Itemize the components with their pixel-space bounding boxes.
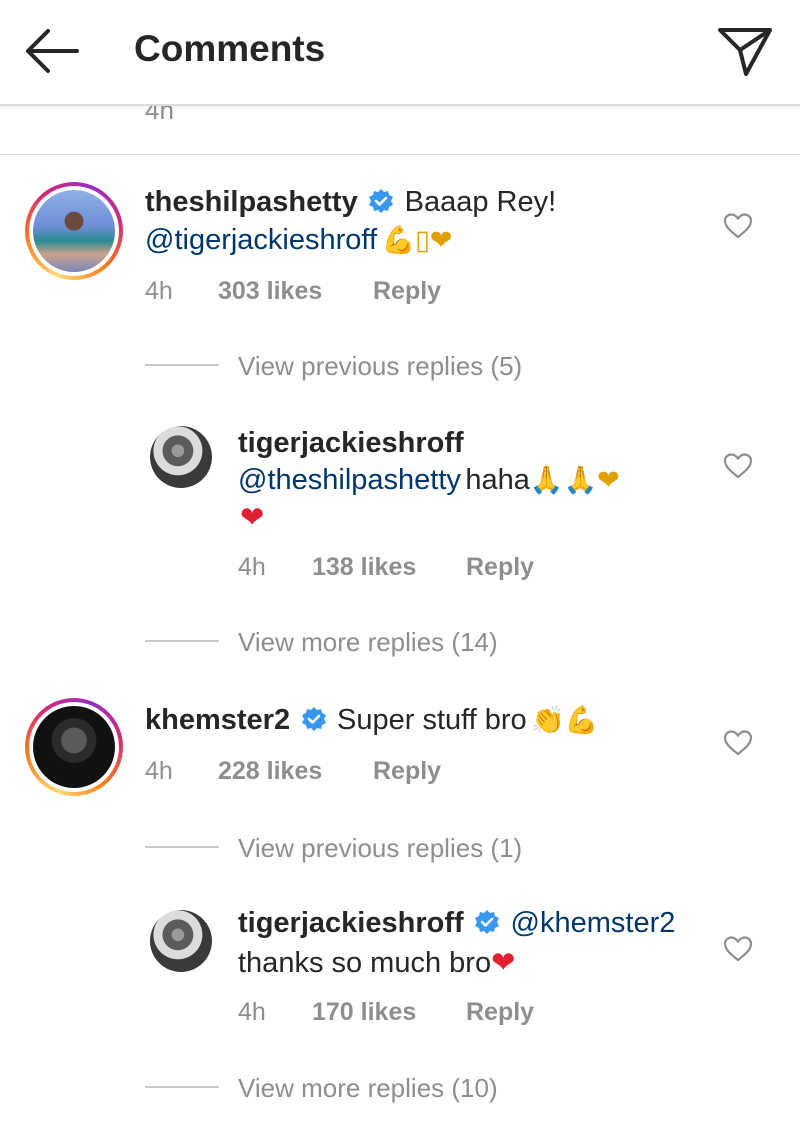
comment-time: 4h [145,277,173,305]
top-bar: Comments [0,0,800,106]
reply-body: tigerjackieshroff @khemster2 [238,907,675,940]
caption-divider [0,154,800,155]
mention-link[interactable]: @khemster2 [511,907,676,939]
reply-button[interactable]: Reply [373,757,441,786]
verified-badge-icon [369,189,394,213]
reply-button[interactable]: Reply [373,277,441,306]
replies-divider-line [145,1086,219,1088]
comment-emoji: 💪▯❤ [381,225,453,256]
view-previous-replies[interactable]: View previous replies (1) [238,833,522,864]
back-arrow-icon[interactable] [22,26,80,76]
like-heart-icon[interactable] [723,729,753,757]
replies-divider-line [145,846,219,848]
comment-text: Baaap Rey! [404,186,557,218]
reply-emoji: 🙏🙏❤ [529,465,620,496]
like-count[interactable]: 228 likes [218,757,322,786]
reply-time: 4h [238,998,266,1026]
reply-emoji-line2: ❤ [240,500,265,534]
like-heart-icon[interactable] [723,935,753,963]
replies-divider-line [145,364,219,366]
avatar[interactable] [150,426,212,488]
like-count[interactable]: 138 likes [312,553,416,582]
view-more-replies[interactable]: View more replies (14) [238,627,498,658]
verified-badge-icon [301,707,326,731]
username[interactable]: tigerjackieshroff [238,907,464,939]
comment-body-line2: @tigerjackieshroff 💪▯❤ [145,224,453,257]
username[interactable]: tigerjackieshroff [238,427,464,460]
view-previous-replies[interactable]: View previous replies (5) [238,351,522,382]
page-title: Comments [134,28,326,69]
comment-body: theshilpashetty Baaap Rey! [145,186,556,219]
username[interactable]: khemster2 [145,704,290,736]
mention-link[interactable]: @tigerjackieshroff [145,224,377,256]
reply-text: thanks so much bro [238,947,492,979]
reply-body: @theshilpashetty haha🙏🙏❤ [238,464,620,497]
comment-body: khemster2 Super stuff bro 👏💪 [145,704,598,737]
comment-text: Super stuff bro [337,704,527,736]
view-more-replies[interactable]: View more replies (10) [238,1073,498,1104]
reply-button[interactable]: Reply [466,998,534,1027]
username[interactable]: theshilpashetty [145,186,358,218]
verified-badge-icon [475,910,500,934]
avatar[interactable] [150,910,212,972]
reply-button[interactable]: Reply [466,553,534,582]
send-icon[interactable] [716,24,774,78]
like-heart-icon[interactable] [723,452,753,480]
like-count[interactable]: 303 likes [218,277,322,306]
avatar[interactable] [25,698,123,796]
reply-body-line2: thanks so much bro❤ [238,945,515,980]
mention-link[interactable]: @theshilpashetty [238,464,461,496]
replies-divider-line [145,640,219,642]
like-heart-icon[interactable] [723,212,753,240]
comment-emoji: 👏💪 [531,705,599,736]
reply-emoji: ❤ [491,945,516,979]
reply-text: haha [465,464,530,496]
avatar[interactable] [25,182,123,280]
comment-time: 4h [145,757,173,785]
reply-time: 4h [238,553,266,581]
like-count[interactable]: 170 likes [312,998,416,1027]
